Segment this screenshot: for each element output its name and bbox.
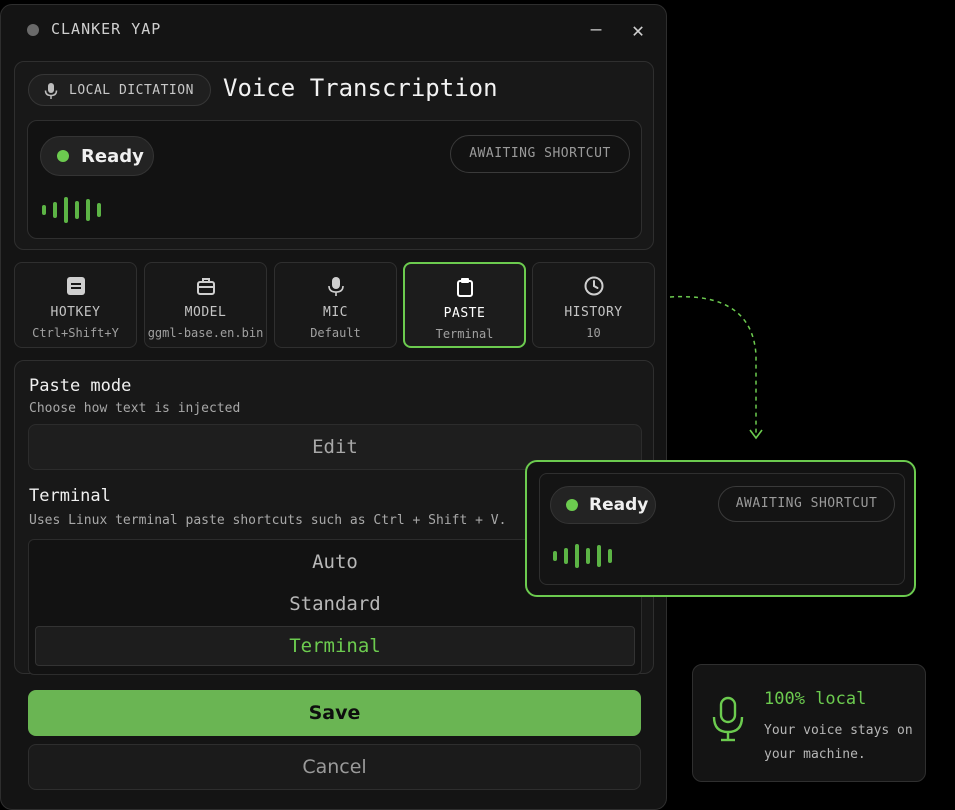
cancel-button[interactable]: Cancel: [28, 744, 641, 790]
tab-mic-value: Default: [310, 326, 361, 340]
tab-history-label: HISTORY: [564, 305, 623, 320]
tab-hotkey-label: HOTKEY: [50, 305, 101, 320]
selected-mode-description: Uses Linux terminal paste shortcuts such…: [29, 513, 507, 528]
microphone-icon: [712, 696, 744, 742]
close-button[interactable]: ✕: [625, 17, 651, 43]
briefcase-icon: [196, 278, 215, 295]
microphone-icon: [44, 83, 58, 99]
tab-paste[interactable]: PASTE Terminal: [403, 262, 526, 348]
tab-mic[interactable]: MIC Default: [274, 262, 397, 348]
overlay-ready-pill: Ready: [550, 486, 656, 524]
local-dictation-chip: LOCAL DICTATION: [28, 74, 211, 106]
status-label: Ready: [81, 146, 144, 167]
tab-paste-value: Terminal: [435, 327, 494, 341]
audio-waveform: [42, 195, 101, 225]
overlay-inner-card: Ready AWAITING SHORTCUT: [539, 473, 905, 585]
paste-mode-subtitle: Choose how text is injected: [29, 401, 241, 416]
title-bar[interactable]: CLANKER YAP — ✕: [1, 5, 666, 55]
clipboard-icon: [456, 278, 473, 297]
tab-model[interactable]: MODEL ggml-base.en.bin: [144, 262, 267, 348]
app-title: CLANKER YAP: [51, 20, 162, 38]
minimize-button[interactable]: —: [583, 17, 609, 43]
tab-history-value: 10: [586, 326, 601, 340]
app-status-dot: [27, 24, 39, 36]
overlay-ready-dot: [566, 499, 578, 511]
option-terminal[interactable]: Terminal: [35, 626, 635, 666]
tab-history[interactable]: HISTORY 10: [532, 262, 655, 348]
microphone-icon: [327, 277, 344, 296]
overlay-awaiting-badge[interactable]: AWAITING SHORTCUT: [718, 486, 895, 522]
ready-status-pill: Ready: [40, 136, 154, 176]
paste-mode-title: Paste mode: [29, 376, 132, 396]
privacy-description: Your voice stays on your machine.: [764, 723, 913, 762]
selected-mode-title: Terminal: [29, 486, 111, 506]
floating-status-overlay: Ready AWAITING SHORTCUT: [525, 460, 916, 597]
status-card: Ready AWAITING SHORTCUT: [27, 120, 642, 239]
tab-paste-label: PASTE: [443, 306, 486, 321]
ready-indicator-dot: [57, 150, 69, 162]
page-title: Voice Transcription: [223, 74, 498, 102]
tab-model-label: MODEL: [184, 305, 227, 320]
overlay-status-label: Ready: [589, 495, 649, 515]
privacy-card: 100% local Your voice stays on your mach…: [692, 664, 926, 782]
connector-arrow: [669, 295, 763, 440]
awaiting-shortcut-badge[interactable]: AWAITING SHORTCUT: [450, 135, 630, 173]
keyboard-icon: [66, 277, 85, 295]
overlay-audio-waveform: [553, 542, 612, 570]
tab-mic-label: MIC: [323, 305, 348, 320]
tab-hotkey-value: Ctrl+Shift+Y: [32, 326, 119, 340]
save-button[interactable]: Save: [28, 690, 641, 736]
privacy-title: 100% local: [764, 689, 867, 709]
tab-hotkey[interactable]: HOTKEY Ctrl+Shift+Y: [14, 262, 137, 348]
status-panel: LOCAL DICTATION Voice Transcription Read…: [14, 61, 654, 250]
clock-icon: [584, 276, 603, 296]
chip-label: LOCAL DICTATION: [69, 83, 194, 98]
tab-model-value: ggml-base.en.bin: [147, 326, 264, 340]
